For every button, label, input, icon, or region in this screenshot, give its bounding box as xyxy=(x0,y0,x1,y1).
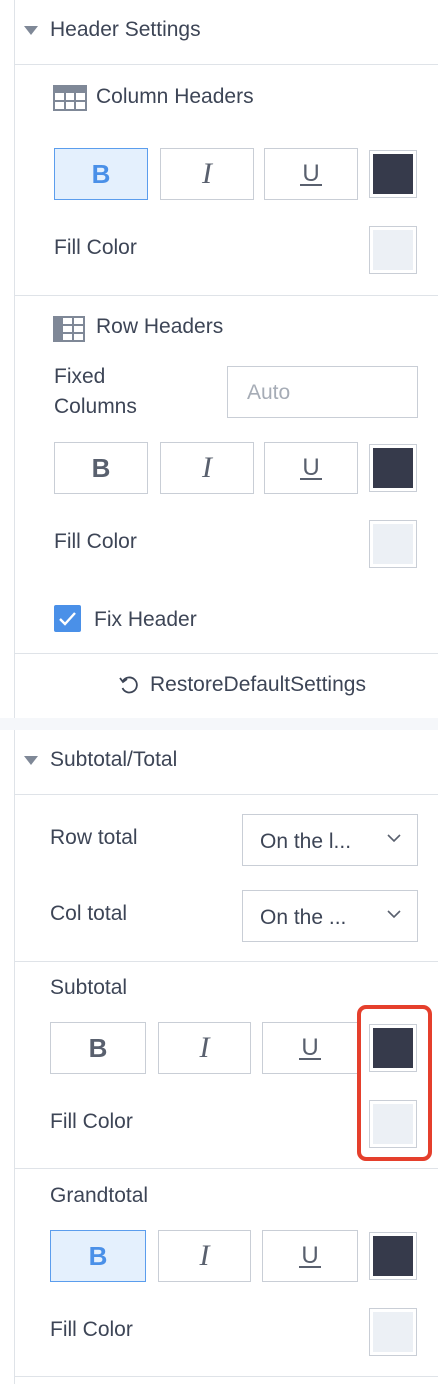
highlight-box xyxy=(357,1005,432,1161)
chevron-down-icon xyxy=(387,910,401,919)
italic-glyph: I xyxy=(199,1239,210,1272)
grandtotal-fill-color-label: Fill Color xyxy=(50,1318,133,1341)
row-headers-underline-button[interactable]: U xyxy=(264,442,358,494)
bold-glyph: B xyxy=(91,452,111,483)
subtotal-bold-button[interactable]: B xyxy=(50,1022,146,1074)
fixed-columns-field[interactable] xyxy=(245,380,399,406)
divider xyxy=(14,1168,438,1169)
italic-glyph: I xyxy=(199,1031,210,1064)
section-title-header-settings: Header Settings xyxy=(50,18,201,41)
fixed-columns-label-line2: Columns xyxy=(54,395,137,418)
grandtotal-font-color-swatch[interactable] xyxy=(369,1232,417,1280)
row-headers-italic-button[interactable]: I xyxy=(160,442,254,494)
subtotal-underline-button[interactable]: U xyxy=(262,1022,358,1074)
swatch-fill xyxy=(373,524,413,564)
row-total-value: On the l... xyxy=(260,830,352,853)
fix-header-checkbox[interactable] xyxy=(54,605,81,632)
swatch-fill xyxy=(373,1236,413,1276)
column-headers-bold-button[interactable]: B xyxy=(54,148,148,200)
grandtotal-label: Grandtotal xyxy=(50,1184,149,1207)
col-total-select[interactable]: On the ... xyxy=(242,890,418,942)
divider xyxy=(14,653,438,654)
caret-down-icon xyxy=(24,26,38,35)
restore-default-settings-button[interactable]: RestoreDefaultSettings xyxy=(118,670,408,700)
grandtotal-fill-color-swatch[interactable] xyxy=(369,1308,417,1356)
restore-icon xyxy=(118,674,140,696)
divider xyxy=(14,961,438,962)
column-headers-italic-button[interactable]: I xyxy=(160,148,254,200)
divider xyxy=(14,295,438,296)
column-headers-fill-color-label: Fill Color xyxy=(54,236,137,259)
section-gap xyxy=(0,718,438,730)
divider xyxy=(14,794,438,795)
subtotal-label: Subtotal xyxy=(50,976,128,999)
fixed-columns-input[interactable] xyxy=(227,366,418,418)
divider xyxy=(14,64,438,65)
bold-glyph: B xyxy=(88,1240,108,1271)
swatch-fill xyxy=(373,1312,413,1352)
row-headers-fill-color-swatch[interactable] xyxy=(369,520,417,568)
row-headers-fill-color-label: Fill Color xyxy=(54,530,137,553)
italic-glyph: I xyxy=(202,157,212,190)
section-title-subtotal-total: Subtotal/Total xyxy=(50,748,178,771)
swatch-fill xyxy=(373,154,413,194)
swatch-fill xyxy=(373,230,413,270)
grandtotal-bold-button[interactable]: B xyxy=(50,1230,146,1282)
table-rows-icon xyxy=(53,316,85,342)
caret-down-icon xyxy=(24,756,38,765)
fix-header-label: Fix Header xyxy=(94,608,197,631)
fixed-columns-label-line1: Fixed xyxy=(54,365,106,388)
row-total-select[interactable]: On the l... xyxy=(242,814,418,866)
table-columns-icon xyxy=(53,85,87,111)
row-headers-label: Row Headers xyxy=(96,315,224,338)
row-total-label: Row total xyxy=(50,826,138,849)
panel-left-border-lower xyxy=(14,730,15,1384)
col-total-value: On the ... xyxy=(260,906,347,929)
swatch-fill xyxy=(373,448,413,488)
col-total-label: Col total xyxy=(50,902,128,925)
underline-glyph: U xyxy=(299,1242,321,1269)
column-headers-label: Column Headers xyxy=(96,85,254,108)
subtotal-italic-button[interactable]: I xyxy=(158,1022,251,1074)
underline-glyph: U xyxy=(300,160,322,187)
column-headers-fill-color-swatch[interactable] xyxy=(369,226,417,274)
row-headers-font-color-swatch[interactable] xyxy=(369,444,417,492)
checkmark-icon xyxy=(59,612,76,626)
row-headers-bold-button[interactable]: B xyxy=(54,442,148,494)
header-settings-toggle[interactable]: Header Settings xyxy=(0,0,438,64)
subtotal-fill-color-label: Fill Color xyxy=(50,1110,133,1133)
divider xyxy=(14,1376,438,1377)
underline-glyph: U xyxy=(299,1034,321,1061)
underline-glyph: U xyxy=(300,454,322,481)
column-headers-underline-button[interactable]: U xyxy=(264,148,358,200)
chevron-down-icon xyxy=(387,834,401,843)
panel-left-border xyxy=(14,0,15,720)
bold-glyph: B xyxy=(91,158,111,189)
subtotal-total-toggle[interactable]: Subtotal/Total xyxy=(0,730,438,794)
bold-glyph: B xyxy=(88,1032,108,1063)
column-headers-font-color-swatch[interactable] xyxy=(369,150,417,198)
grandtotal-italic-button[interactable]: I xyxy=(158,1230,251,1282)
restore-default-settings-label: RestoreDefaultSettings xyxy=(150,673,366,696)
italic-glyph: I xyxy=(202,451,212,484)
grandtotal-underline-button[interactable]: U xyxy=(262,1230,358,1282)
